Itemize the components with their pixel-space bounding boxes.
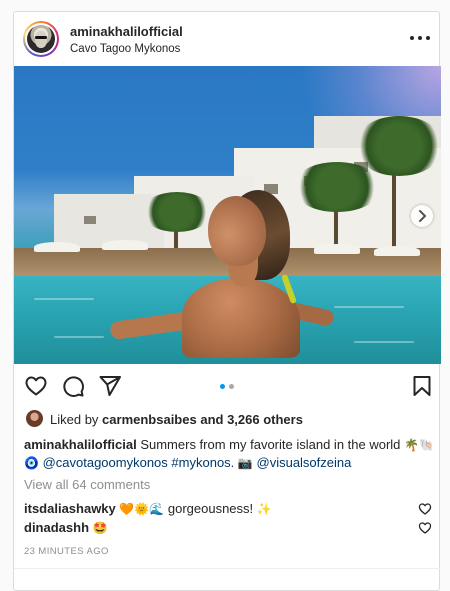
caption-username[interactable]: aminakhalilofficial	[24, 437, 137, 452]
caption-hashtag[interactable]: #mykonos.	[171, 455, 234, 470]
palm-tree	[292, 162, 382, 212]
comment-username[interactable]: dinadashh	[24, 520, 89, 535]
water-ripple	[354, 341, 414, 343]
window	[84, 216, 96, 224]
post-location[interactable]: Cavo Tagoo Mykonos	[70, 43, 180, 55]
comment-text: gorgeousness!	[167, 501, 254, 516]
palm-tree	[142, 192, 212, 232]
comment-emoji: 🤩	[92, 521, 108, 535]
carousel-dot	[229, 384, 234, 389]
post-photo[interactable]	[14, 66, 441, 364]
view-all-comments-link[interactable]: View all 64 comments	[24, 477, 150, 492]
likes-prefix: Liked by	[50, 412, 99, 427]
woman-shoulders	[182, 278, 300, 358]
chevron-right-icon[interactable]	[411, 205, 433, 227]
umbrella	[34, 242, 80, 252]
avatar[interactable]	[23, 21, 59, 57]
caption-mention[interactable]: @visualsofzeina	[257, 455, 352, 470]
heart-icon[interactable]	[418, 521, 432, 535]
comment-username[interactable]: itsdaliashawky	[24, 501, 116, 516]
avatar-face	[35, 31, 47, 48]
carousel-indicator	[220, 384, 240, 390]
avatar-border	[25, 23, 57, 55]
umbrella	[102, 240, 148, 250]
caption-emoji: 🌴🐚	[404, 438, 434, 452]
avatar-sunglasses	[35, 36, 47, 39]
umbrella	[374, 246, 420, 256]
liker-avatar[interactable]	[26, 410, 43, 427]
post-username[interactable]: aminakhalilofficial	[70, 24, 183, 39]
likes-count[interactable]: and 3,266 others	[200, 412, 303, 427]
liker-username[interactable]: carmenbsaibes	[102, 412, 197, 427]
post-timestamp[interactable]: 23 MINUTES AGO	[24, 546, 109, 557]
heart-icon[interactable]	[418, 502, 432, 516]
post-caption: aminakhalilofficial Summers from my favo…	[24, 436, 434, 472]
paper-plane-icon[interactable]	[98, 374, 122, 398]
umbrella	[314, 244, 360, 254]
bookmark-icon[interactable]	[410, 374, 434, 398]
water-ripple	[334, 306, 404, 308]
caption-emoji: 🧿	[24, 456, 39, 470]
divider	[14, 568, 441, 569]
avatar-image	[27, 25, 55, 53]
water-ripple	[54, 336, 104, 338]
woman-head	[208, 196, 266, 266]
heart-icon[interactable]	[24, 374, 48, 398]
comment-row: itsdaliashawky 🧡🌞🌊 gorgeousness! ✨	[24, 501, 434, 519]
post-header: aminakhalilofficial Cavo Tagoo Mykonos	[14, 12, 441, 66]
caption-emoji: 📷	[237, 456, 253, 470]
caption-text: Summers from my favorite island in the w…	[140, 437, 401, 452]
comment-emoji: 🧡🌞🌊	[119, 502, 165, 516]
water-ripple	[34, 298, 94, 300]
comment-bubble-icon[interactable]	[61, 374, 85, 398]
caption-mention[interactable]: @cavotagoomykonos	[43, 455, 168, 470]
post-card: aminakhalilofficial Cavo Tagoo Mykonos L…	[13, 11, 441, 591]
comment-emoji: ✨	[256, 502, 272, 516]
palm-tree	[354, 116, 441, 176]
more-options-icon[interactable]	[409, 30, 431, 46]
post-actions	[14, 364, 441, 408]
carousel-dot-active	[220, 384, 225, 389]
comment-row: dinadashh 🤩	[24, 520, 434, 538]
likes-text: Liked by carmenbsaibes and 3,266 others	[50, 412, 303, 427]
